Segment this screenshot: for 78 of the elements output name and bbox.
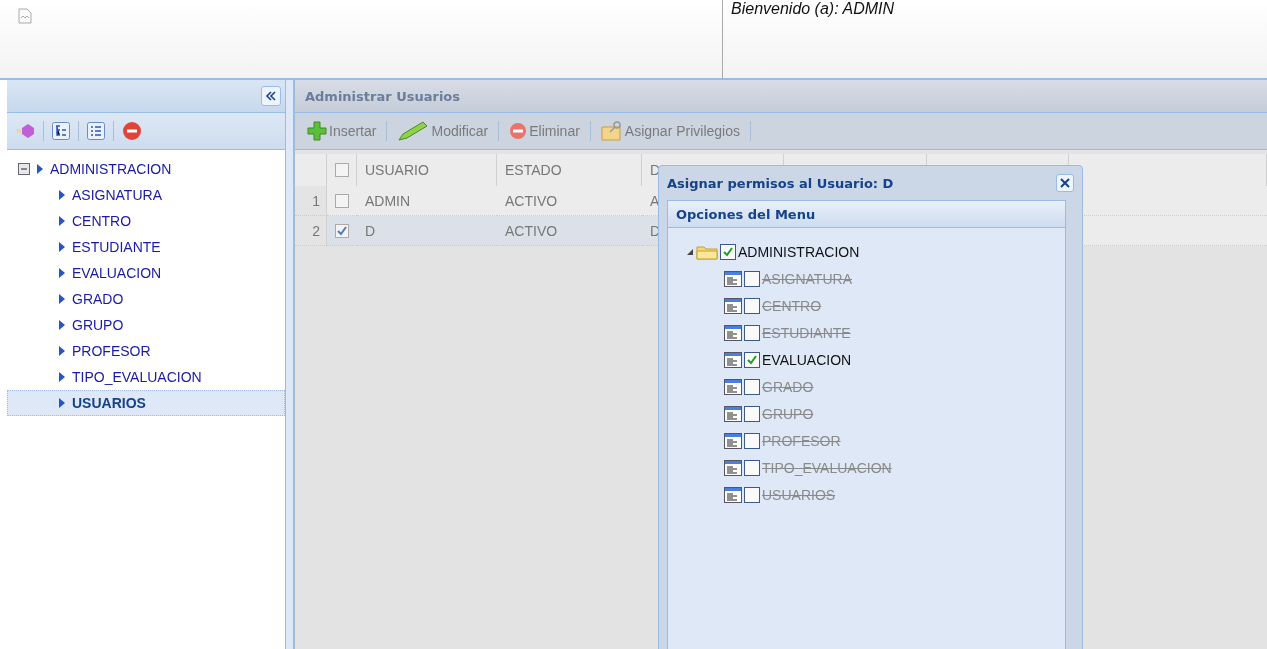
tree-item[interactable]: ESTUDIANTE — [72, 239, 161, 255]
checkbox[interactable] — [744, 405, 760, 422]
plus-icon — [307, 121, 327, 141]
menu-option: ASIGNATURA — [762, 270, 852, 287]
expand-arrow-icon[interactable] — [58, 267, 66, 279]
expand-arrow-icon[interactable] — [58, 371, 66, 383]
checkbox[interactable] — [744, 378, 760, 395]
tree-item[interactable]: GRUPO — [72, 317, 124, 333]
expand-arrow-icon[interactable] — [58, 319, 66, 331]
tree-item[interactable]: ADMINISTRACION — [50, 161, 172, 177]
table-cell: ACTIVO — [497, 186, 642, 216]
table-cell: ACTIVO — [497, 216, 642, 246]
select-all-checkbox[interactable] — [335, 163, 349, 177]
remove-icon[interactable] — [122, 121, 142, 141]
double-chevron-icon — [265, 91, 277, 101]
column-header[interactable]: ESTADO — [497, 154, 642, 186]
expand-arrow-icon[interactable] — [58, 215, 66, 227]
checkbox[interactable] — [720, 243, 736, 260]
list-icon — [724, 324, 742, 341]
checkbox[interactable] — [744, 432, 760, 449]
expand-arrow-icon[interactable] — [58, 241, 66, 253]
welcome-text: Bienvenido (a): ADMIN — [730, 0, 896, 19]
expander-icon[interactable] — [686, 247, 694, 256]
row-number: 2 — [295, 216, 327, 246]
list-icon — [724, 459, 742, 476]
tree-item[interactable]: GRADO — [72, 291, 124, 307]
expand-arrow-icon[interactable] — [58, 345, 66, 357]
selected-tree-item[interactable]: USUARIOS — [7, 390, 285, 416]
row-checkbox[interactable] — [335, 223, 349, 238]
row-checkbox[interactable] — [335, 193, 349, 208]
checkbox[interactable] — [744, 459, 760, 476]
list-icon — [724, 351, 742, 368]
tree-item[interactable]: ASIGNATURA — [72, 187, 162, 203]
cube-icon[interactable] — [15, 123, 35, 139]
expand-arrow-icon[interactable] — [58, 397, 66, 409]
expand-arrow-icon[interactable] — [58, 293, 66, 305]
close-icon — [1059, 177, 1071, 189]
tree-view-icon[interactable] — [52, 122, 70, 140]
expand-arrow-icon[interactable] — [36, 163, 44, 175]
column-header[interactable]: USUARIO — [357, 154, 497, 186]
folder-icon — [696, 243, 718, 260]
collapse-icon[interactable] — [18, 163, 30, 175]
tree-item[interactable]: CENTRO — [72, 213, 132, 229]
checkbox[interactable] — [744, 351, 760, 368]
broken-image-icon — [18, 8, 32, 24]
list-icon — [724, 405, 742, 422]
menu-option: CENTRO — [762, 297, 822, 314]
menu-option: EVALUACION — [762, 351, 852, 368]
tree-item[interactable]: TIPO_EVALUACION — [72, 369, 202, 385]
close-button[interactable] — [1056, 174, 1074, 192]
pencil-icon — [397, 121, 430, 141]
expand-arrow-icon[interactable] — [58, 189, 66, 201]
list-icon — [724, 486, 742, 503]
tree-item[interactable]: PROFESOR — [72, 343, 151, 359]
panel-title: Administrar Usuarios — [305, 88, 460, 104]
checkbox[interactable] — [744, 324, 760, 341]
menu-option: PROFESOR — [762, 432, 841, 449]
checkbox[interactable] — [744, 270, 760, 287]
list-icon — [724, 270, 742, 287]
table-cell: ADMIN — [357, 186, 497, 216]
list-icon — [724, 297, 742, 314]
minus-circle-icon — [509, 122, 528, 140]
list-view-icon[interactable] — [87, 122, 105, 140]
collapse-button[interactable] — [261, 86, 281, 106]
folder-key-icon — [600, 121, 623, 141]
list-icon — [724, 378, 742, 395]
table-cell: D — [357, 216, 497, 246]
menu-option: ESTUDIANTE — [762, 324, 851, 341]
menu-option: GRADO — [762, 378, 814, 395]
tree-item[interactable]: EVALUACION — [72, 265, 162, 281]
list-icon — [724, 432, 742, 449]
row-number: 1 — [295, 186, 327, 216]
menu-option: ADMINISTRACION — [738, 243, 860, 260]
checkbox[interactable] — [744, 297, 760, 314]
menu-option: USUARIOS — [762, 486, 836, 503]
menu-option: TIPO_EVALUACION — [762, 459, 892, 476]
checkbox[interactable] — [744, 486, 760, 503]
menu-option: GRUPO — [762, 405, 814, 422]
